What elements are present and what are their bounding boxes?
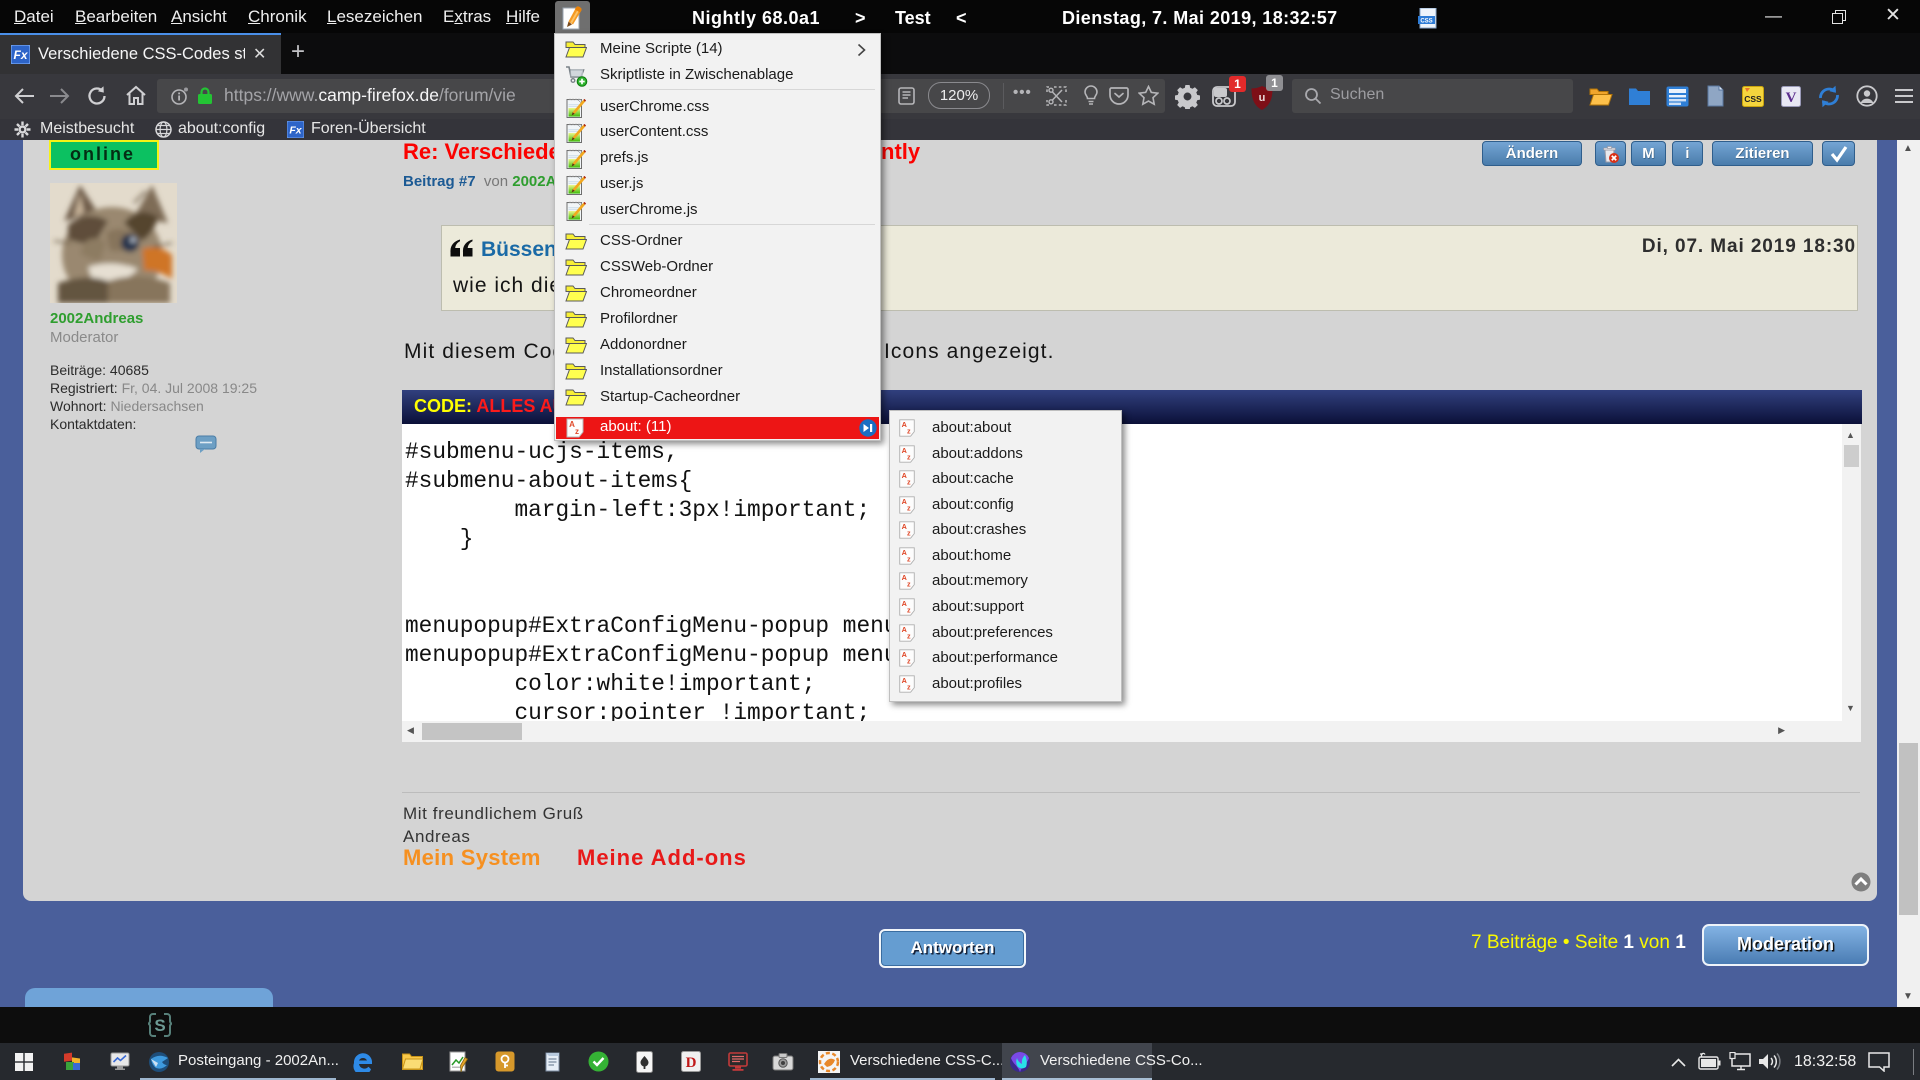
svg-text:z: z: [907, 579, 911, 588]
svg-text:z: z: [907, 656, 911, 665]
svg-text:CSS: CSS: [1744, 94, 1762, 104]
svg-text:z: z: [575, 427, 579, 436]
svg-text:Fx: Fx: [289, 125, 302, 137]
svg-text:D: D: [686, 1055, 697, 1071]
svg-text:V: V: [1786, 90, 1797, 106]
svg-text:u: u: [1259, 92, 1266, 104]
svg-text:z: z: [907, 554, 911, 563]
svg-text:S: S: [154, 1016, 165, 1035]
svg-text:z: z: [907, 528, 911, 537]
svg-text:z: z: [907, 477, 911, 486]
svg-text:z: z: [907, 631, 911, 640]
svg-text:z: z: [907, 605, 911, 614]
svg-text:z: z: [907, 426, 911, 435]
svg-text:z: z: [907, 452, 911, 461]
svg-text:z: z: [907, 503, 911, 512]
svg-text:z: z: [907, 682, 911, 691]
svg-text:CSS: CSS: [1420, 19, 1432, 25]
svg-text:Fx: Fx: [13, 48, 28, 62]
